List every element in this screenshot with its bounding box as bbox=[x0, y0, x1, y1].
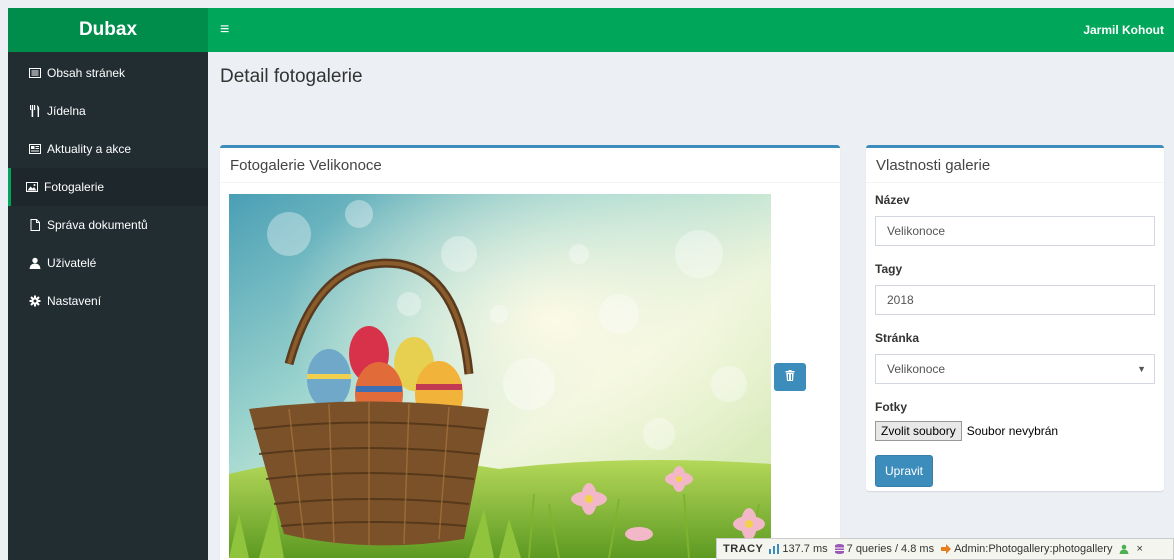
gallery-title: Fotogalerie Velikonoce bbox=[220, 148, 840, 183]
delete-photo-button[interactable] bbox=[774, 363, 806, 391]
tracy-user-icon[interactable] bbox=[1119, 544, 1129, 554]
sidebar-item-aktuality[interactable]: Aktuality a akce bbox=[8, 130, 208, 168]
sidebar-item-label: Uživatelé bbox=[47, 256, 97, 270]
file-input: Zvolit soubory Soubor nevybrán bbox=[875, 421, 1155, 441]
tracy-time[interactable]: 137.7 ms bbox=[769, 543, 828, 555]
document-icon bbox=[29, 219, 41, 231]
sidebar-item-label: Obsah stránek bbox=[47, 66, 126, 80]
page-label: Stránka bbox=[875, 331, 920, 345]
gear-icon bbox=[29, 295, 41, 307]
file-status: Soubor nevybrán bbox=[966, 424, 1059, 438]
image-icon bbox=[26, 181, 38, 193]
page-title: Detail fotogalerie bbox=[220, 66, 363, 87]
app-logo[interactable]: Dubax bbox=[8, 8, 208, 52]
sidebar-item-obsah-stranek[interactable]: Obsah stránek bbox=[8, 54, 208, 92]
navbar: ≡ Jarmil Kohout bbox=[208, 8, 1174, 52]
gallery-box: Fotogalerie Velikonoce bbox=[220, 145, 840, 560]
tracy-time-value: 137.7 ms bbox=[782, 543, 828, 555]
sidebar-item-label: Aktuality a akce bbox=[47, 142, 132, 156]
tracy-route-value: Admin:Photogallery:photogallery bbox=[954, 543, 1113, 555]
properties-form: Název Velikonoce Tagy 2018 Stránka Velik… bbox=[866, 183, 1164, 497]
tracy-close-button[interactable]: × bbox=[1136, 543, 1142, 555]
sidebar-item-label: Fotogalerie bbox=[44, 180, 105, 194]
bar-chart-icon bbox=[769, 544, 780, 554]
page-select[interactable]: Velikonoce ▼ bbox=[875, 354, 1155, 384]
cutlery-icon bbox=[29, 105, 41, 117]
name-label: Název bbox=[875, 193, 910, 207]
sidebar-item-sprava-dokumentu[interactable]: Správa dokumentů bbox=[8, 206, 208, 244]
tracy-queries-value: 7 queries / 4.8 ms bbox=[846, 543, 935, 555]
update-button[interactable]: Upravit bbox=[875, 455, 934, 487]
tracy-queries[interactable]: 7 queries / 4.8 ms bbox=[834, 543, 935, 555]
user-name[interactable]: Jarmil Kohout bbox=[1083, 23, 1164, 37]
tracy-logo[interactable]: TRACY bbox=[723, 543, 763, 555]
sidebar-item-jidelna[interactable]: Jídelna bbox=[8, 92, 208, 130]
menu-toggle-icon[interactable]: ≡ bbox=[220, 21, 229, 39]
tags-label: Tagy bbox=[875, 262, 903, 276]
arrow-right-icon bbox=[941, 544, 952, 554]
sidebar-item-label: Správa dokumentů bbox=[47, 218, 148, 232]
list-icon bbox=[29, 67, 41, 79]
chevron-down-icon: ▼ bbox=[1137, 364, 1146, 374]
sidebar-item-label: Jídelna bbox=[47, 104, 86, 118]
choose-files-button[interactable]: Zvolit soubory bbox=[875, 421, 962, 441]
sidebar-item-nastaveni[interactable]: Nastavení bbox=[8, 282, 208, 320]
database-icon bbox=[834, 544, 844, 554]
easter-basket-image bbox=[229, 194, 771, 558]
admin-layout: Dubax ≡ Jarmil Kohout Obsah stránek Jíde… bbox=[8, 8, 1174, 560]
newspaper-icon bbox=[29, 143, 41, 155]
page-select-value: Velikonoce bbox=[887, 362, 946, 376]
main-content: Detail fotogalerie Fotogalerie Velikonoc… bbox=[208, 52, 1174, 560]
sidebar-item-label: Nastavení bbox=[47, 294, 102, 308]
photos-label: Fotky bbox=[875, 400, 908, 414]
properties-title: Vlastnosti galerie bbox=[866, 148, 1164, 183]
tracy-debug-bar[interactable]: TRACY 137.7 ms 7 queries / 4.8 ms Admin:… bbox=[716, 538, 1174, 560]
trash-icon bbox=[785, 370, 795, 384]
properties-box: Vlastnosti galerie Název Velikonoce Tagy… bbox=[866, 145, 1164, 491]
user-icon bbox=[29, 257, 41, 269]
name-field[interactable]: Velikonoce bbox=[875, 216, 1155, 246]
tags-field[interactable]: 2018 bbox=[875, 285, 1155, 315]
gallery-photo[interactable] bbox=[229, 194, 771, 558]
tracy-route[interactable]: Admin:Photogallery:photogallery bbox=[941, 543, 1112, 555]
top-bar: Dubax ≡ Jarmil Kohout bbox=[8, 8, 1174, 52]
sidebar-item-fotogalerie[interactable]: Fotogalerie bbox=[8, 168, 208, 206]
sidebar-item-uzivatele[interactable]: Uživatelé bbox=[8, 244, 208, 282]
sidebar: Obsah stránek Jídelna Aktuality a akce F… bbox=[8, 52, 208, 560]
